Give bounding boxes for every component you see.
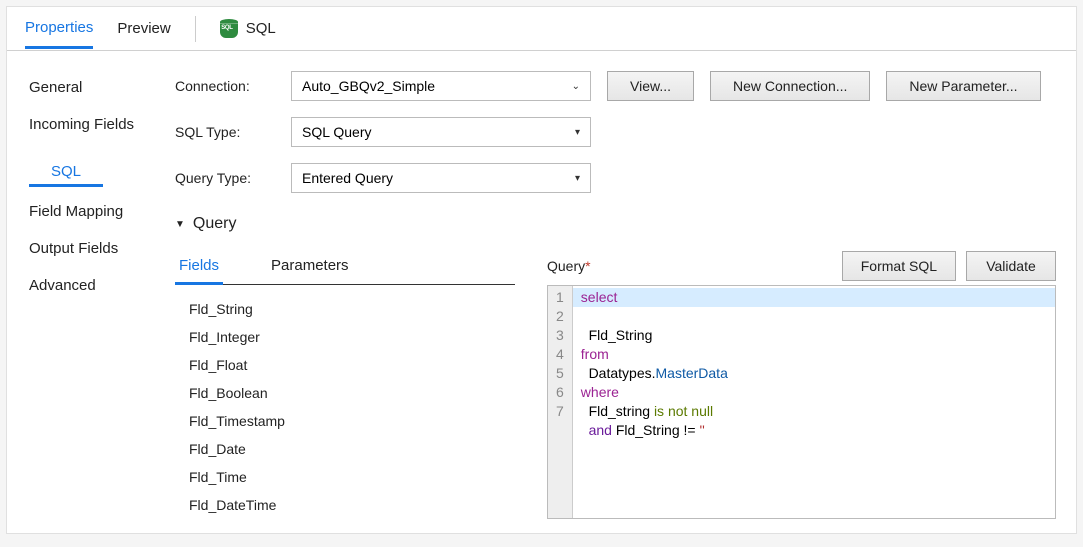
format-sql-button[interactable]: Format SQL bbox=[842, 251, 956, 281]
sidebar-item-incoming-fields[interactable]: Incoming Fields bbox=[7, 106, 156, 143]
sidebar-item-advanced[interactable]: Advanced bbox=[7, 267, 118, 304]
sidebar-item-general[interactable]: General bbox=[7, 69, 104, 106]
list-item[interactable]: Fld_Float bbox=[189, 351, 515, 379]
sql-type-label: SQL Type: bbox=[175, 124, 275, 140]
list-item[interactable]: Fld_Integer bbox=[189, 323, 515, 351]
connection-select[interactable]: Auto_GBQv2_Simple ⌄ bbox=[291, 71, 591, 101]
list-item[interactable]: Fld_Date bbox=[189, 435, 515, 463]
properties-sidebar: General Incoming Fields SQL Field Mappin… bbox=[7, 51, 167, 533]
list-item[interactable]: Fld_Timestamp bbox=[189, 407, 515, 435]
sql-editor[interactable]: 1234567 select Fld_String from Datatypes… bbox=[547, 285, 1056, 519]
tab-preview[interactable]: Preview bbox=[117, 10, 170, 47]
connection-label: Connection: bbox=[175, 78, 275, 94]
list-item[interactable]: Fld_Boolean bbox=[189, 379, 515, 407]
field-list: Fld_String Fld_Integer Fld_Float Fld_Boo… bbox=[175, 295, 515, 519]
sidebar-item-sql[interactable]: SQL bbox=[29, 153, 103, 187]
divider bbox=[195, 16, 196, 42]
top-tab-bar: Properties Preview SQL bbox=[7, 7, 1076, 51]
query-editor-label: Query* bbox=[547, 258, 591, 274]
list-item[interactable]: Fld_DateTime bbox=[189, 491, 515, 519]
sidebar-item-output-fields[interactable]: Output Fields bbox=[7, 230, 140, 267]
query-type-value: Entered Query bbox=[302, 170, 393, 186]
new-parameter-button[interactable]: New Parameter... bbox=[886, 71, 1040, 101]
query-type-select[interactable]: Entered Query ▾ bbox=[291, 163, 591, 193]
view-button[interactable]: View... bbox=[607, 71, 694, 101]
caret-down-icon: ▾ bbox=[575, 173, 580, 184]
code-area[interactable]: select Fld_String from Datatypes.MasterD… bbox=[573, 286, 1055, 518]
tab-fields[interactable]: Fields bbox=[175, 251, 223, 285]
sql-type-select[interactable]: SQL Query ▾ bbox=[291, 117, 591, 147]
validate-button[interactable]: Validate bbox=[966, 251, 1056, 281]
transformation-name: SQL bbox=[246, 20, 276, 37]
properties-panel: Properties Preview SQL General Incoming … bbox=[6, 6, 1077, 534]
tab-properties[interactable]: Properties bbox=[25, 9, 93, 49]
list-item[interactable]: Fld_Time bbox=[189, 463, 515, 491]
chevron-down-icon: ⌄ bbox=[572, 81, 580, 92]
transformation-header: SQL bbox=[220, 20, 276, 38]
connection-value: Auto_GBQv2_Simple bbox=[302, 78, 435, 94]
query-section-toggle[interactable]: ▼ Query bbox=[175, 215, 1056, 233]
sidebar-item-field-mapping[interactable]: Field Mapping bbox=[7, 193, 145, 230]
sql-type-value: SQL Query bbox=[302, 124, 372, 140]
list-item[interactable]: Fld_String bbox=[189, 295, 515, 323]
required-asterisk: * bbox=[585, 258, 590, 274]
sql-icon bbox=[220, 20, 238, 38]
query-section-label: Query bbox=[193, 215, 237, 233]
tab-parameters[interactable]: Parameters bbox=[267, 251, 353, 284]
query-type-label: Query Type: bbox=[175, 170, 275, 186]
triangle-down-icon: ▼ bbox=[175, 219, 185, 230]
new-connection-button[interactable]: New Connection... bbox=[710, 71, 870, 101]
caret-down-icon: ▾ bbox=[575, 127, 580, 138]
line-gutter: 1234567 bbox=[548, 286, 573, 518]
